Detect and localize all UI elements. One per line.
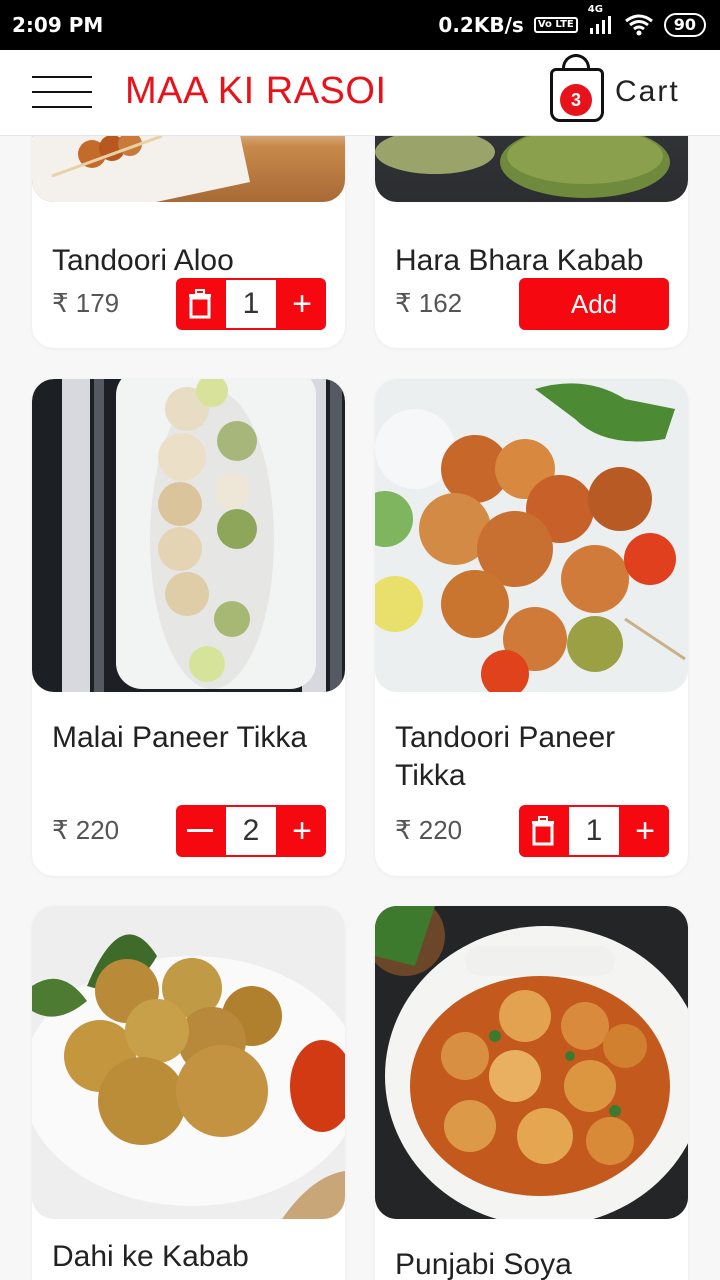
cart-label: Cart [615,75,680,108]
net-speed: 0.2KB/s [438,13,524,37]
decrement-button[interactable] [176,805,224,857]
add-to-cart-button[interactable]: Add [519,278,669,330]
quantity-value: 1 [569,807,619,855]
item-name: Dahi ke Kabab [52,1240,249,1273]
cart-count-badge: 3 [560,84,592,116]
food-image [375,379,688,692]
item-price: ₹ 162 [395,288,463,318]
quantity-stepper: 2 + [176,805,326,857]
app-bar: MAA KI RASOI 3 Cart [0,50,720,136]
network-type: 4G [587,3,603,15]
quantity-value: 1 [226,280,276,328]
trash-icon [532,816,554,846]
menu-item-card[interactable]: Malai Paneer Tikka ₹ 220 ₹ 220 2 + [32,379,345,876]
menu-item-card[interactable]: Tandoori Aloo ₹ 179 1 + [32,136,345,348]
status-time: 2:09 PM [12,13,104,37]
cart-button[interactable]: 3 Cart [548,52,708,128]
food-image [32,136,345,202]
food-image [32,379,345,692]
item-name: Tandoori Paneer Tikka [395,721,616,792]
wifi-icon [624,14,653,36]
menu-grid[interactable]: Tandoori Aloo ₹ 179 1 + Hara Bhara Kabab… [0,136,720,1280]
quantity-stepper: 1 + [519,805,669,857]
increment-button[interactable]: + [621,805,669,857]
minus-icon [187,829,213,832]
food-image [32,906,345,1219]
item-name: Tandoori Aloo [52,244,234,277]
status-bar: 2:09 PM 0.2KB/s Vo LTE 4G 90 [0,0,720,50]
item-price: ₹ 220 [52,815,120,845]
status-icons: 0.2KB/s Vo LTE 4G 90 [438,4,706,37]
quantity-value: 2 [226,807,276,855]
signal-icon: 4G [588,4,614,37]
menu-icon[interactable] [32,76,92,108]
delete-button[interactable] [519,805,567,857]
trash-icon [189,289,211,319]
food-image [375,136,688,202]
app-title: MAA KI RASOI [125,70,387,112]
increment-button[interactable]: + [278,278,326,330]
volte-icon: Vo LTE [533,17,578,33]
delete-button[interactable] [176,278,224,330]
item-name: Hara Bhara Kabab [395,244,644,277]
battery-icon: 90 [663,13,706,37]
item-price: ₹ 179 [52,288,120,318]
food-image [375,906,688,1219]
menu-item-card[interactable]: Punjabi Soya [375,906,688,1280]
menu-item-card[interactable]: Tandoori Paneer Tikka ₹ 220 1 + [375,379,688,876]
item-name: Punjabi Soya [395,1248,572,1280]
item-price: ₹ 220 [395,815,463,845]
menu-item-card[interactable]: Hara Bhara Kabab ₹ 162 Add [375,136,688,348]
quantity-stepper: 1 + [176,278,326,330]
menu-item-card[interactable]: Dahi ke Kabab [32,906,345,1280]
item-name: Malai Paneer Tikka [52,721,308,754]
increment-button[interactable]: + [278,805,326,857]
